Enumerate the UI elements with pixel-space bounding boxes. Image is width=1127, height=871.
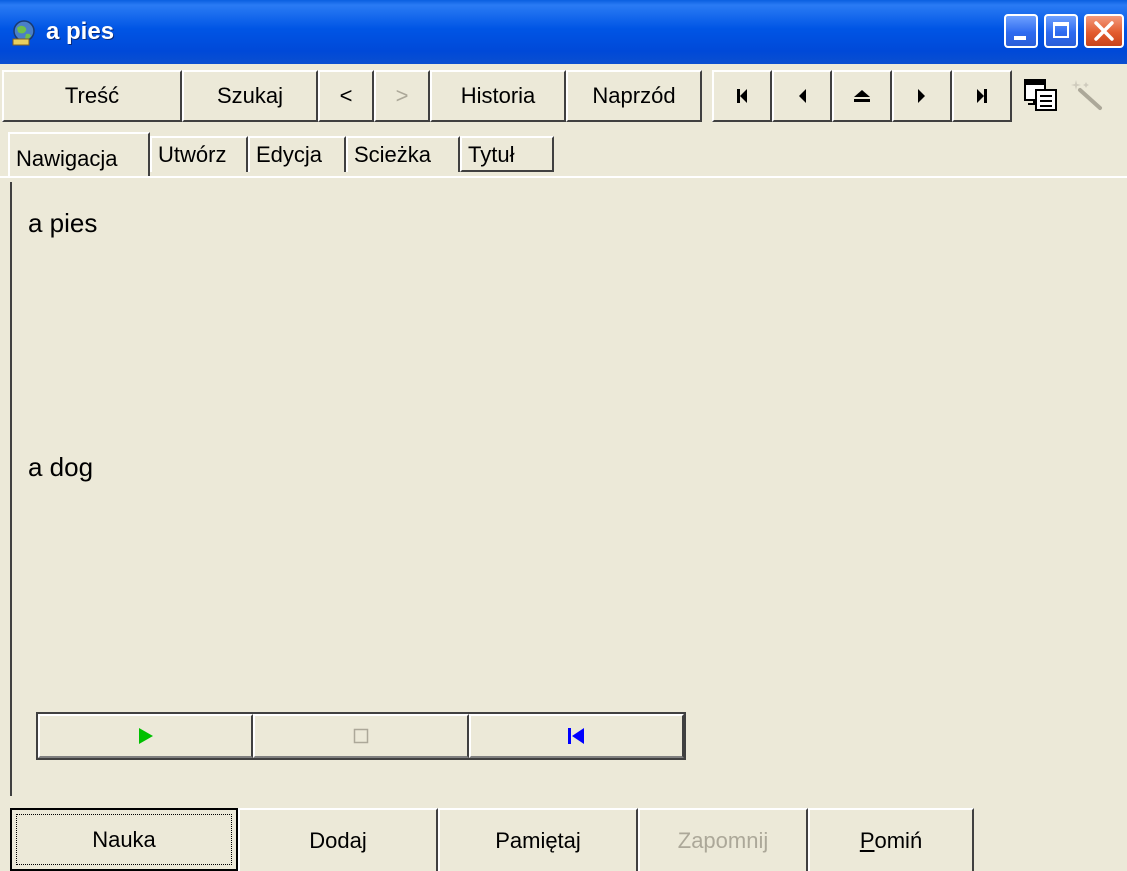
maximize-icon [1053, 22, 1069, 38]
maximize-button[interactable] [1044, 14, 1078, 48]
content-panel: a pies a dog [10, 182, 1127, 796]
last-button[interactable] [952, 70, 1012, 122]
tab-tytul[interactable]: Tytuł [460, 136, 554, 172]
next-icon [918, 89, 925, 103]
skip-button[interactable]: Pomiń [808, 808, 974, 871]
toolbar: Treść Szukaj < > Historia Naprzód [0, 64, 1127, 126]
stop-icon [353, 728, 369, 744]
tab-strip: Nawigacja Utwórz Edycja Scieżka Tytuł [0, 126, 1127, 182]
next-step-button[interactable]: Naprzód [566, 70, 702, 122]
first-button[interactable] [712, 70, 772, 122]
tab-edycja[interactable]: Edycja [248, 136, 346, 172]
minimize-button[interactable] [1004, 14, 1038, 48]
skip-mnemonic: P [859, 827, 875, 853]
add-button[interactable]: Dodaj [238, 808, 438, 871]
first-icon [737, 89, 747, 103]
search-button[interactable]: Szukaj [182, 70, 318, 122]
app-globe-icon [12, 20, 35, 46]
remember-button[interactable]: Pamiętaj [438, 808, 638, 871]
last-icon [977, 89, 987, 103]
close-icon [1094, 21, 1114, 41]
rewind-icon [568, 728, 585, 744]
media-controls [36, 712, 686, 760]
skip-label: omiń [874, 827, 923, 853]
play-button[interactable] [38, 714, 254, 758]
tab-nawigacja[interactable]: Nawigacja [8, 132, 150, 176]
next-button[interactable] [892, 70, 952, 122]
action-bar: Nauka Dodaj Pamiętaj Zapomnij Pomiń [0, 796, 1127, 871]
answer-text: a dog [28, 452, 94, 482]
back-button[interactable]: < [318, 70, 374, 122]
play-icon [138, 728, 153, 744]
title-bar[interactable]: a pies [0, 0, 1127, 64]
previous-button[interactable] [772, 70, 832, 122]
minimize-icon [1014, 36, 1026, 40]
history-button[interactable]: Historia [430, 70, 566, 122]
wand-icon[interactable] [1068, 76, 1106, 114]
forward-button[interactable]: > [374, 70, 430, 122]
stop-button[interactable] [253, 714, 469, 758]
rewind-button[interactable] [468, 714, 684, 758]
forget-button[interactable]: Zapomnij [638, 808, 808, 871]
close-button[interactable] [1084, 14, 1124, 48]
question-text: a pies [28, 208, 98, 238]
previous-icon [799, 89, 806, 103]
contents-button[interactable]: Treść [2, 70, 182, 122]
tab-divider [0, 176, 1127, 178]
tab-sciezka[interactable]: Scieżka [346, 136, 460, 172]
learn-button[interactable]: Nauka [10, 808, 238, 871]
window-icon[interactable] [1022, 76, 1060, 114]
up-icon [854, 90, 870, 102]
tab-utworz[interactable]: Utwórz [150, 136, 248, 172]
window-title: a pies [46, 18, 115, 45]
up-button[interactable] [832, 70, 892, 122]
